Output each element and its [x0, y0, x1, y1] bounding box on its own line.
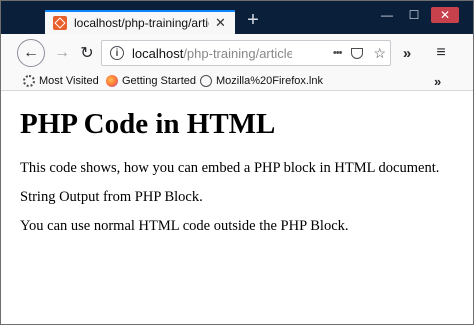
maximize-icon[interactable]: ☐ [403, 7, 425, 23]
window-close-icon[interactable]: ✕ [431, 7, 459, 23]
paragraph-2: String Output from PHP Block. [20, 189, 203, 205]
new-tab-icon[interactable]: + [243, 10, 263, 30]
bookmark-star-icon[interactable]: ☆ [373, 45, 386, 62]
pocket-icon[interactable] [351, 47, 364, 59]
bookmark-mozilla-firefox-lnk[interactable]: Mozilla%20Firefox.lnk [200, 72, 323, 90]
hamburger-menu-icon[interactable]: ≡ [428, 40, 454, 66]
toolbar-overflow-icon[interactable]: » [394, 40, 420, 66]
bookmark-most-visited[interactable]: Most Visited [23, 72, 99, 90]
bookmarks-overflow-icon[interactable]: » [434, 72, 441, 90]
tab-close-icon[interactable]: ✕ [215, 15, 226, 31]
paragraph-3: You can use normal HTML code outside the… [20, 218, 349, 234]
xampp-favicon-icon [53, 16, 67, 30]
url-actions: ••• ☆ [333, 43, 386, 63]
tab-active[interactable]: localhost/php-training/article- ✕ [45, 10, 235, 34]
info-icon[interactable]: i [110, 46, 124, 60]
bookmark-label: Mozilla%20Firefox.lnk [216, 75, 323, 87]
paragraph-1: This code shows, how you can embed a PHP… [20, 160, 440, 176]
url-bar[interactable]: i localhost/php-training/article-c ••• ☆ [101, 40, 391, 66]
page-heading: PHP Code in HTML [20, 108, 276, 140]
globe-icon [200, 75, 212, 87]
reload-icon[interactable]: ↻ [74, 40, 100, 66]
bookmark-getting-started[interactable]: Getting Started [106, 72, 196, 90]
page-content: PHP Code in HTML This code shows, how yo… [1, 91, 473, 324]
minimize-icon[interactable]: — [376, 7, 398, 23]
firefox-icon [106, 75, 118, 87]
gear-icon [23, 75, 35, 87]
bookmark-label: Most Visited [39, 75, 99, 87]
forward-arrow-icon[interactable]: → [49, 40, 75, 66]
tab-strip: localhost/php-training/article- ✕ + — ☐ … [1, 1, 473, 34]
url-text[interactable]: localhost/php-training/article-c [132, 46, 292, 61]
url-host: localhost [132, 45, 184, 61]
bookmarks-bar: Most Visited Getting Started Mozilla%20F… [1, 72, 473, 91]
bookmark-label: Getting Started [122, 75, 196, 87]
navigation-toolbar: ← → ↻ i localhost/php-training/article-c… [1, 34, 473, 72]
tab-title: localhost/php-training/article- [74, 16, 209, 30]
browser-window: localhost/php-training/article- ✕ + — ☐ … [0, 0, 474, 325]
url-path: /php-training/article-c [183, 45, 292, 61]
page-actions-icon[interactable]: ••• [333, 47, 343, 59]
back-arrow-icon[interactable]: ← [17, 39, 45, 67]
